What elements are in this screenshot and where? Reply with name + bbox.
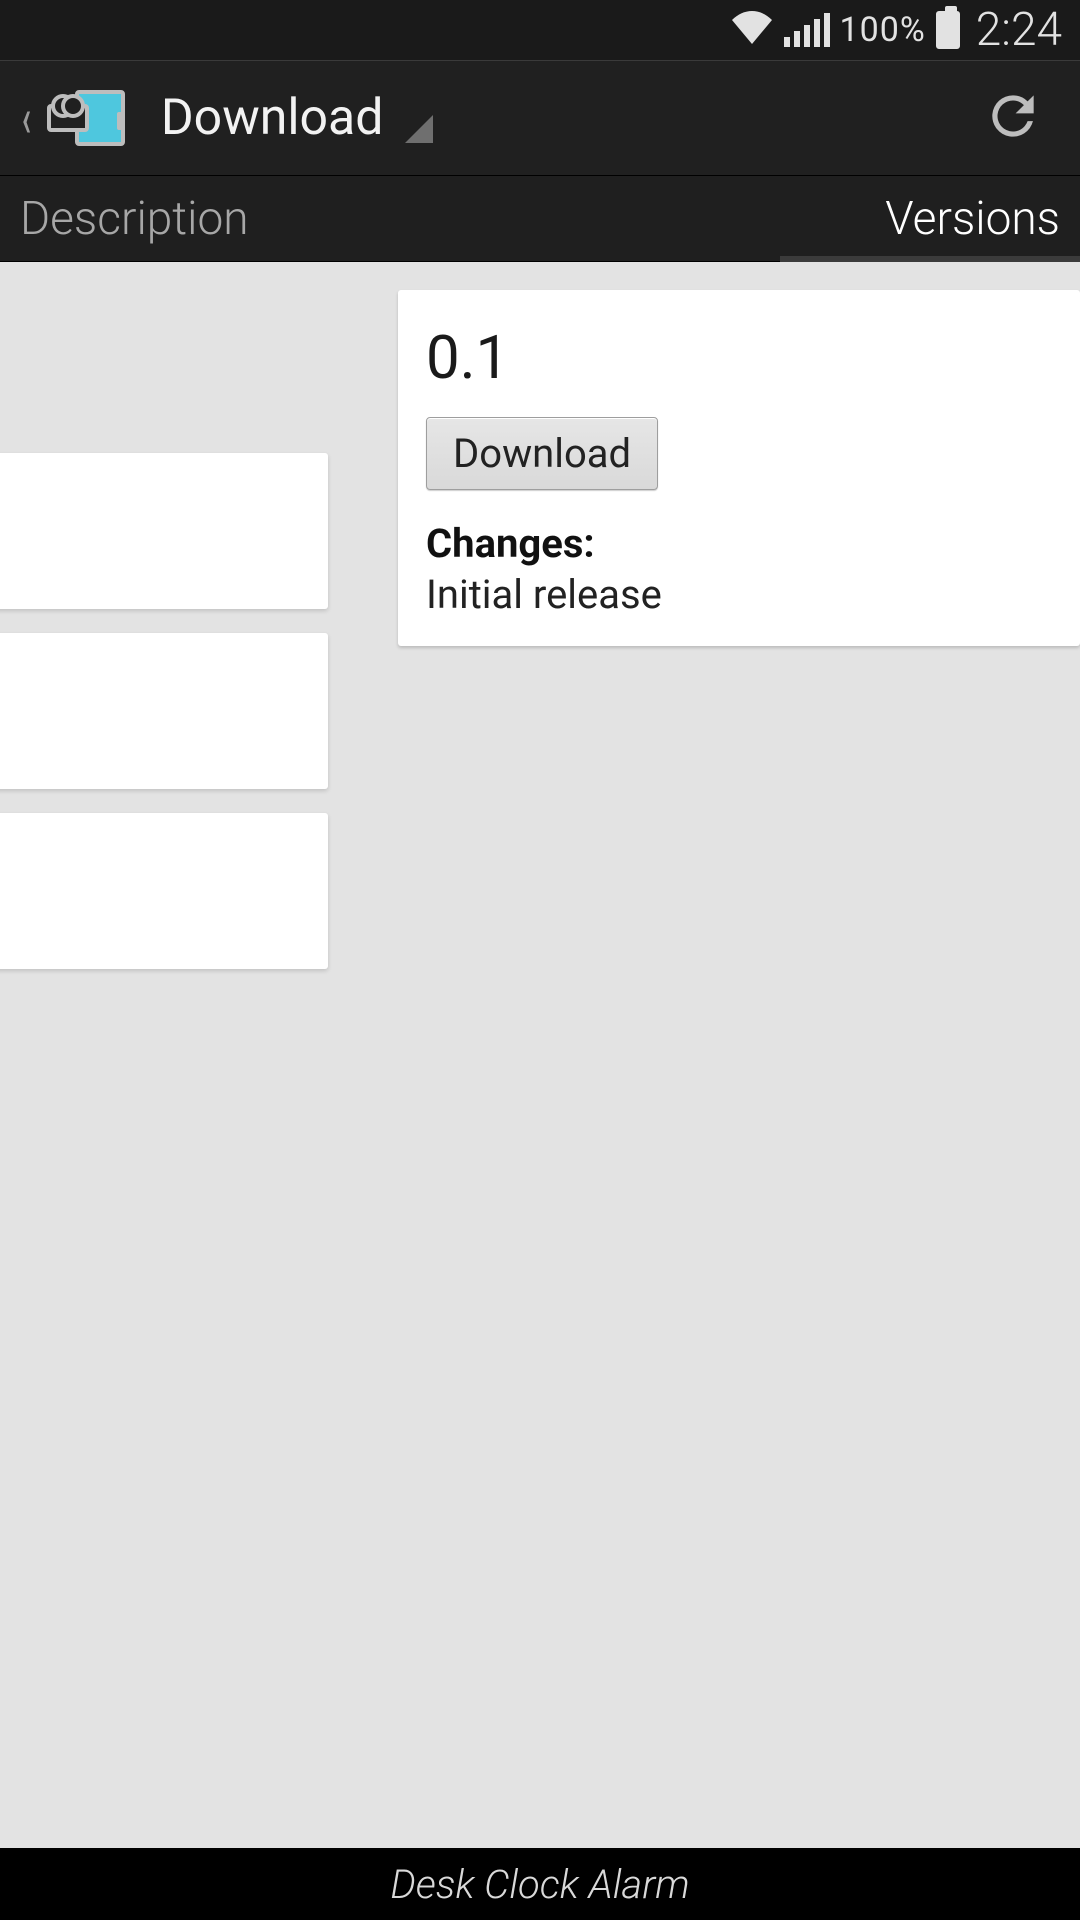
refresh-icon [982,85,1044,147]
description-panel: stock Desk Clock. o/DeskClockAlarm/ o/De… [0,262,350,993]
action-bar: ‹ Download [0,60,1080,176]
tab-description[interactable]: Description [20,176,300,261]
content-viewport[interactable]: stock Desk Clock. o/DeskClockAlarm/ o/De… [0,262,1080,1848]
description-text: stock Desk Clock. [0,292,328,453]
spinner-triangle-icon [405,115,433,143]
battery-percent: 100% [840,10,926,50]
actionbar-spinner[interactable]: Download [161,89,966,147]
module-name: Desk Clock Alarm [390,1861,689,1908]
tab-versions[interactable]: Versions [780,176,1060,261]
status-bar: 100% 2:24 [0,0,1080,60]
link-card[interactable]: o/DeskClockAlarm/ [0,453,328,609]
footer-bar: Desk Clock Alarm [0,1848,1080,1920]
link-card[interactable]: o/DeskClockAlarm [0,633,328,789]
tab-bar: Description Versions [0,176,1080,262]
status-clock: 2:24 [976,3,1062,57]
battery-icon [936,11,960,49]
cellular-signal-icon [784,13,830,47]
changes-label: Changes: [426,520,1052,567]
link-card[interactable]: e/674 [0,813,328,969]
back-button[interactable]: ‹ [10,77,133,160]
download-button[interactable]: Download [426,417,658,490]
refresh-button[interactable] [966,69,1060,167]
versions-panel: 0.1 Download Changes: Initial release [398,290,1080,646]
tab-versions-label: Versions [885,192,1060,246]
chevron-left-icon: ‹ [22,87,31,150]
version-number: 0.1 [426,322,1052,393]
tab-description-label: Description [20,192,249,246]
changes-body: Initial release [426,571,1052,618]
actionbar-title: Download [161,89,384,147]
wifi-icon [730,7,774,54]
xposed-logo-icon [47,88,125,148]
version-card: 0.1 Download Changes: Initial release [398,290,1080,646]
